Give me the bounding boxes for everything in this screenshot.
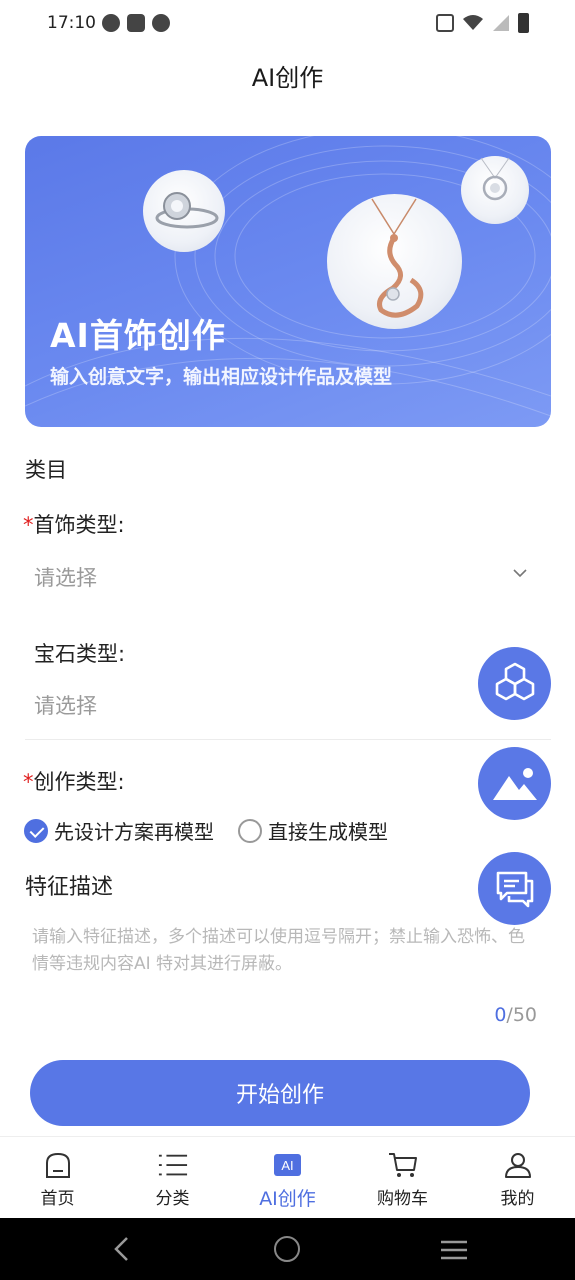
banner-title: AI首饰创作: [50, 316, 226, 355]
gem-type-label: 宝石类型:: [34, 642, 126, 666]
ai-icon: AI: [273, 1150, 303, 1180]
required-mark: *: [23, 513, 34, 537]
menu-icon[interactable]: [440, 1240, 468, 1260]
radio-label[interactable]: 直接生成模型: [268, 816, 388, 845]
wifi-icon: [463, 15, 483, 30]
jewelry-type-label-text: 首饰类型:: [33, 513, 125, 537]
vibrate-icon: [436, 14, 454, 32]
pendant-product-image: [461, 156, 529, 224]
chat-fab[interactable]: [478, 852, 551, 925]
status-bar: 17:10: [0, 0, 575, 48]
radio-checked-icon[interactable]: [24, 818, 48, 843]
image-icon: [492, 767, 537, 800]
chat-icon: [496, 871, 533, 907]
bottom-tab-bar: 首页 分类 AI AI创作 购物车 我的: [0, 1136, 575, 1218]
speed-icon: [102, 14, 120, 32]
swan-pendant-icon: [371, 198, 424, 318]
system-nav-bar: [0, 1218, 575, 1280]
circle-pendant-icon: [480, 157, 510, 201]
char-count-current: 0: [494, 1004, 507, 1026]
system-icons: [436, 13, 529, 33]
tab-label: 购物车: [377, 1189, 428, 1209]
swan-pendant-product-image: [327, 194, 462, 329]
tab-mine[interactable]: 我的: [460, 1137, 575, 1218]
tab-label: AI创作: [259, 1188, 316, 1210]
shield-icon: [152, 14, 170, 32]
gem-type-select[interactable]: 请选择: [34, 690, 97, 720]
tab-label: 分类: [155, 1189, 190, 1209]
list-icon: [158, 1150, 188, 1180]
radio-design-then-model[interactable]: 先设计方案再模型: [24, 816, 214, 845]
ring-product-image: [143, 170, 225, 252]
tab-home[interactable]: 首页: [0, 1137, 115, 1218]
banner-subtitle: 输入创意文字，输出相应设计作品及模型: [50, 366, 393, 388]
battery-icon: [518, 13, 529, 33]
required-mark: *: [23, 770, 34, 794]
char-count-max: /50: [506, 1004, 537, 1026]
creation-type-radio-group: 先设计方案再模型 直接生成模型: [24, 816, 412, 845]
radio-unchecked-icon[interactable]: [238, 818, 262, 843]
cubes-icon: [495, 662, 534, 700]
ring-icon: [155, 192, 219, 229]
3d-model-fab[interactable]: [478, 647, 551, 720]
page-title: AI创作: [251, 64, 324, 92]
home-icon: [43, 1150, 73, 1180]
notification-icons: [102, 14, 170, 32]
radio-direct-model[interactable]: 直接生成模型: [238, 816, 388, 845]
image-gallery-fab[interactable]: [478, 747, 551, 820]
radio-label[interactable]: 先设计方案再模型: [54, 816, 214, 845]
creation-type-label: *创作类型:: [23, 766, 125, 796]
home-nav-icon[interactable]: [274, 1236, 300, 1262]
status-time: 17:10: [47, 13, 96, 33]
tab-category[interactable]: 分类: [115, 1137, 230, 1218]
tab-label: 我的: [500, 1189, 535, 1209]
hero-banner[interactable]: AI首饰创作 输入创意文字，输出相应设计作品及模型: [25, 136, 551, 427]
user-icon: [503, 1150, 533, 1180]
tab-label: 首页: [40, 1189, 75, 1209]
ai-chip-text: AI: [274, 1154, 301, 1176]
back-icon[interactable]: [112, 1236, 132, 1262]
chevron-down-icon[interactable]: [513, 566, 527, 580]
feature-description-input[interactable]: [32, 924, 537, 1004]
jewelry-type-select[interactable]: 请选择: [34, 562, 97, 592]
cart-icon: [388, 1150, 418, 1180]
tab-ai-creation[interactable]: AI AI创作: [230, 1137, 345, 1218]
tab-cart[interactable]: 购物车: [345, 1137, 460, 1218]
char-counter: 0/50: [494, 1004, 537, 1026]
feature-description-label: 特征描述: [25, 875, 114, 900]
start-creation-button[interactable]: 开始创作: [30, 1060, 530, 1126]
creation-type-label-text: 创作类型:: [33, 770, 125, 794]
jewelry-type-label: *首饰类型:: [23, 509, 125, 539]
category-section-label: 类目: [25, 458, 67, 482]
signal-icon: [493, 15, 509, 31]
divider: [25, 739, 551, 740]
mail-icon: [127, 14, 145, 32]
